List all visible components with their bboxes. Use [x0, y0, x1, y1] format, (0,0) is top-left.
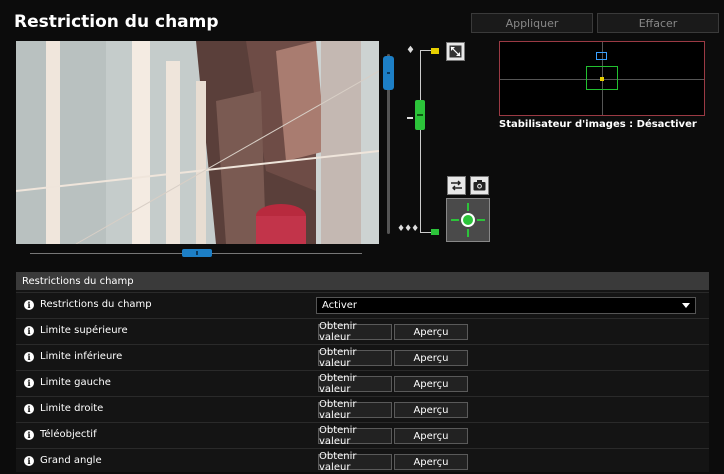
row-upper-limit: i Limite supérieure Obtenir valeur Aperçu — [16, 318, 709, 344]
info-icon[interactable]: i — [24, 403, 34, 414]
chevron-down-icon — [682, 303, 690, 308]
get-value-button[interactable]: Obtenir valeur — [318, 425, 392, 447]
row-restrictions: i Restrictions du champ Activer — [16, 292, 709, 318]
info-icon[interactable]: i — [24, 299, 34, 310]
stabilizer-tele-marker — [596, 52, 607, 60]
get-value-button[interactable]: Obtenir valeur — [318, 347, 392, 369]
stabilizer-center-dot — [600, 77, 604, 81]
info-icon[interactable]: i — [24, 429, 34, 440]
apply-button[interactable]: Appliquer — [471, 13, 593, 33]
preview-button[interactable]: Aperçu — [394, 428, 468, 444]
restrictions-select[interactable]: Activer — [316, 297, 696, 314]
preview-button[interactable]: Aperçu — [394, 350, 468, 366]
focus-slider-thumb[interactable] — [383, 56, 394, 90]
get-value-button[interactable]: Obtenir valeur — [318, 321, 392, 343]
panel-title: Restrictions du champ — [16, 272, 709, 290]
zoom-meter-line — [420, 50, 421, 233]
row-label: Limite supérieure — [40, 325, 128, 336]
wide-icon: ♦♦♦ — [397, 224, 419, 234]
info-icon[interactable]: i — [24, 325, 34, 336]
zoom-wide-limit-marker — [431, 229, 439, 235]
info-icon[interactable]: i — [24, 455, 34, 466]
ptz-control[interactable] — [446, 198, 490, 242]
stabilizer-preview — [499, 41, 705, 116]
camera-snapshot-icon[interactable] — [470, 176, 489, 195]
preview-button[interactable]: Aperçu — [394, 324, 468, 340]
camera-image — [16, 41, 379, 244]
stabilizer-status: Stabilisateur d'images : Désactiver — [499, 119, 697, 130]
preview-button[interactable]: Aperçu — [394, 402, 468, 418]
pan-slider-thumb[interactable] — [182, 249, 212, 257]
swap-arrows-icon[interactable] — [447, 176, 466, 195]
page: Restriction du champ Appliquer Effacer ♦ — [0, 0, 724, 474]
row-right-limit: i Limite droite Obtenir valeur Aperçu — [16, 396, 709, 422]
row-label: Limite inférieure — [40, 351, 123, 362]
get-value-button[interactable]: Obtenir valeur — [318, 451, 392, 473]
row-lower-limit: i Limite inférieure Obtenir valeur Aperçu — [16, 344, 709, 370]
select-value: Activer — [322, 300, 358, 311]
info-icon[interactable]: i — [24, 351, 34, 362]
get-value-button[interactable]: Obtenir valeur — [318, 373, 392, 395]
row-label: Téléobjectif — [40, 429, 97, 440]
page-title: Restriction du champ — [14, 12, 219, 32]
clear-button[interactable]: Effacer — [597, 13, 719, 33]
row-label: Limite gauche — [40, 377, 111, 388]
info-icon[interactable]: i — [24, 377, 34, 388]
zoom-minus-icon — [407, 117, 413, 119]
zoom-tele-limit-marker — [431, 48, 439, 54]
field-restrictions-panel: Restrictions du champ i Restrictions du c… — [16, 272, 709, 474]
preview-button[interactable]: Aperçu — [394, 454, 468, 470]
get-value-button[interactable]: Obtenir valeur — [318, 399, 392, 421]
camera-live-view[interactable] — [16, 41, 379, 244]
row-wide: i Grand angle Obtenir valeur Aperçu — [16, 448, 709, 474]
row-label: Grand angle — [40, 455, 102, 466]
row-tele: i Téléobjectif Obtenir valeur Aperçu — [16, 422, 709, 448]
expand-icon[interactable] — [446, 42, 465, 61]
row-label: Limite droite — [40, 403, 104, 414]
preview-button[interactable]: Aperçu — [394, 376, 468, 392]
row-label: Restrictions du champ — [40, 299, 152, 310]
row-left-limit: i Limite gauche Obtenir valeur Aperçu — [16, 370, 709, 396]
tele-icon: ♦ — [406, 45, 415, 56]
ptz-crosshair-icon — [447, 199, 489, 241]
zoom-slider-thumb[interactable] — [415, 100, 425, 130]
